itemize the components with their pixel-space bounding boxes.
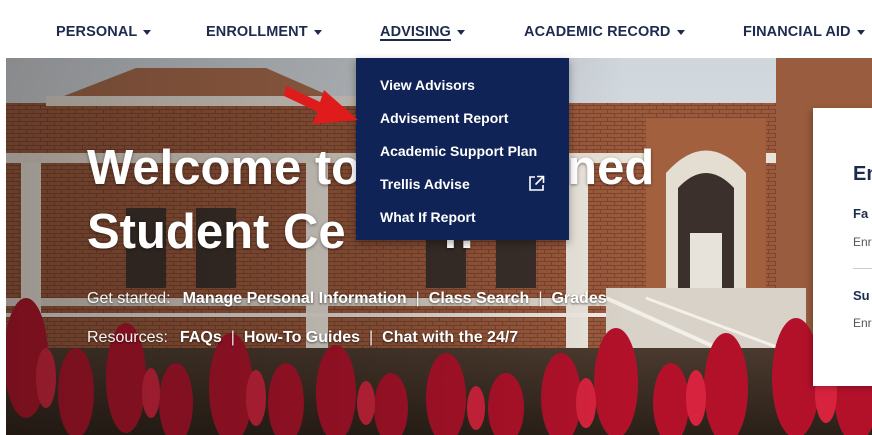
nav-financial-aid-label: FINANCIAL AID (743, 24, 851, 40)
nav-personal[interactable]: PERSONAL (56, 22, 152, 42)
link-separator: | (369, 329, 374, 346)
link-how-to-guides[interactable]: How-To Guides (244, 329, 360, 347)
caret-down-icon (456, 29, 465, 35)
link-manage-personal-information[interactable]: Manage Personal Information (183, 290, 407, 308)
enrollment-card: En Fa Enr Su Enr (813, 108, 872, 386)
top-navigation: PERSONAL ENROLLMENT ADVISING ACADEMIC RE… (0, 0, 872, 58)
enrollment-term-fall-status: Enr (853, 235, 872, 249)
link-separator: | (230, 329, 235, 346)
menu-item-what-if-report[interactable]: What If Report (380, 207, 560, 227)
link-grades[interactable]: Grades (551, 290, 606, 308)
link-chat-24-7[interactable]: Chat with the 24/7 (382, 329, 518, 347)
caret-down-icon (313, 29, 322, 35)
enrollment-term-summer-status: Enr (853, 316, 872, 330)
nav-academic-record-label: ACADEMIC RECORD (524, 24, 671, 40)
nav-enrollment-label: ENROLLMENT (206, 24, 308, 40)
link-faqs[interactable]: FAQs (180, 329, 222, 347)
nav-advising-label: ADVISING (380, 24, 451, 40)
nav-personal-label: PERSONAL (56, 24, 138, 40)
get-started-label: Get started: (87, 290, 171, 307)
menu-item-view-advisors[interactable]: View Advisors (380, 75, 560, 95)
caret-down-icon (143, 29, 152, 35)
advising-dropdown-menu: View Advisors Advisement Report Academic… (356, 58, 569, 240)
link-separator: | (415, 290, 420, 307)
nav-academic-record[interactable]: ACADEMIC RECORD (524, 22, 685, 42)
nav-financial-aid[interactable]: FINANCIAL AID (743, 22, 865, 42)
divider (853, 268, 872, 269)
enrollment-term-fall[interactable]: Fa (853, 206, 868, 221)
resources-label: Resources: (87, 329, 168, 346)
resources-links: Resources: FAQs | How-To Guides | Chat w… (87, 326, 518, 350)
nav-advising[interactable]: ADVISING (380, 22, 465, 42)
external-link-icon (528, 175, 545, 195)
link-class-search[interactable]: Class Search (429, 290, 530, 308)
nav-enrollment[interactable]: ENROLLMENT (206, 22, 322, 42)
caret-down-icon (856, 29, 865, 35)
menu-item-trellis-advise[interactable]: Trellis Advise (380, 174, 560, 194)
menu-item-advisement-report[interactable]: Advisement Report (380, 108, 560, 128)
get-started-links: Get started: Manage Personal Information… (87, 287, 607, 311)
link-separator: | (538, 290, 543, 307)
caret-down-icon (676, 29, 685, 35)
menu-item-academic-support-plan[interactable]: Academic Support Plan (380, 141, 560, 161)
enrollment-term-summer[interactable]: Su (853, 288, 870, 303)
enrollment-card-title: En (853, 163, 872, 185)
annotation-arrow-icon (284, 86, 358, 124)
